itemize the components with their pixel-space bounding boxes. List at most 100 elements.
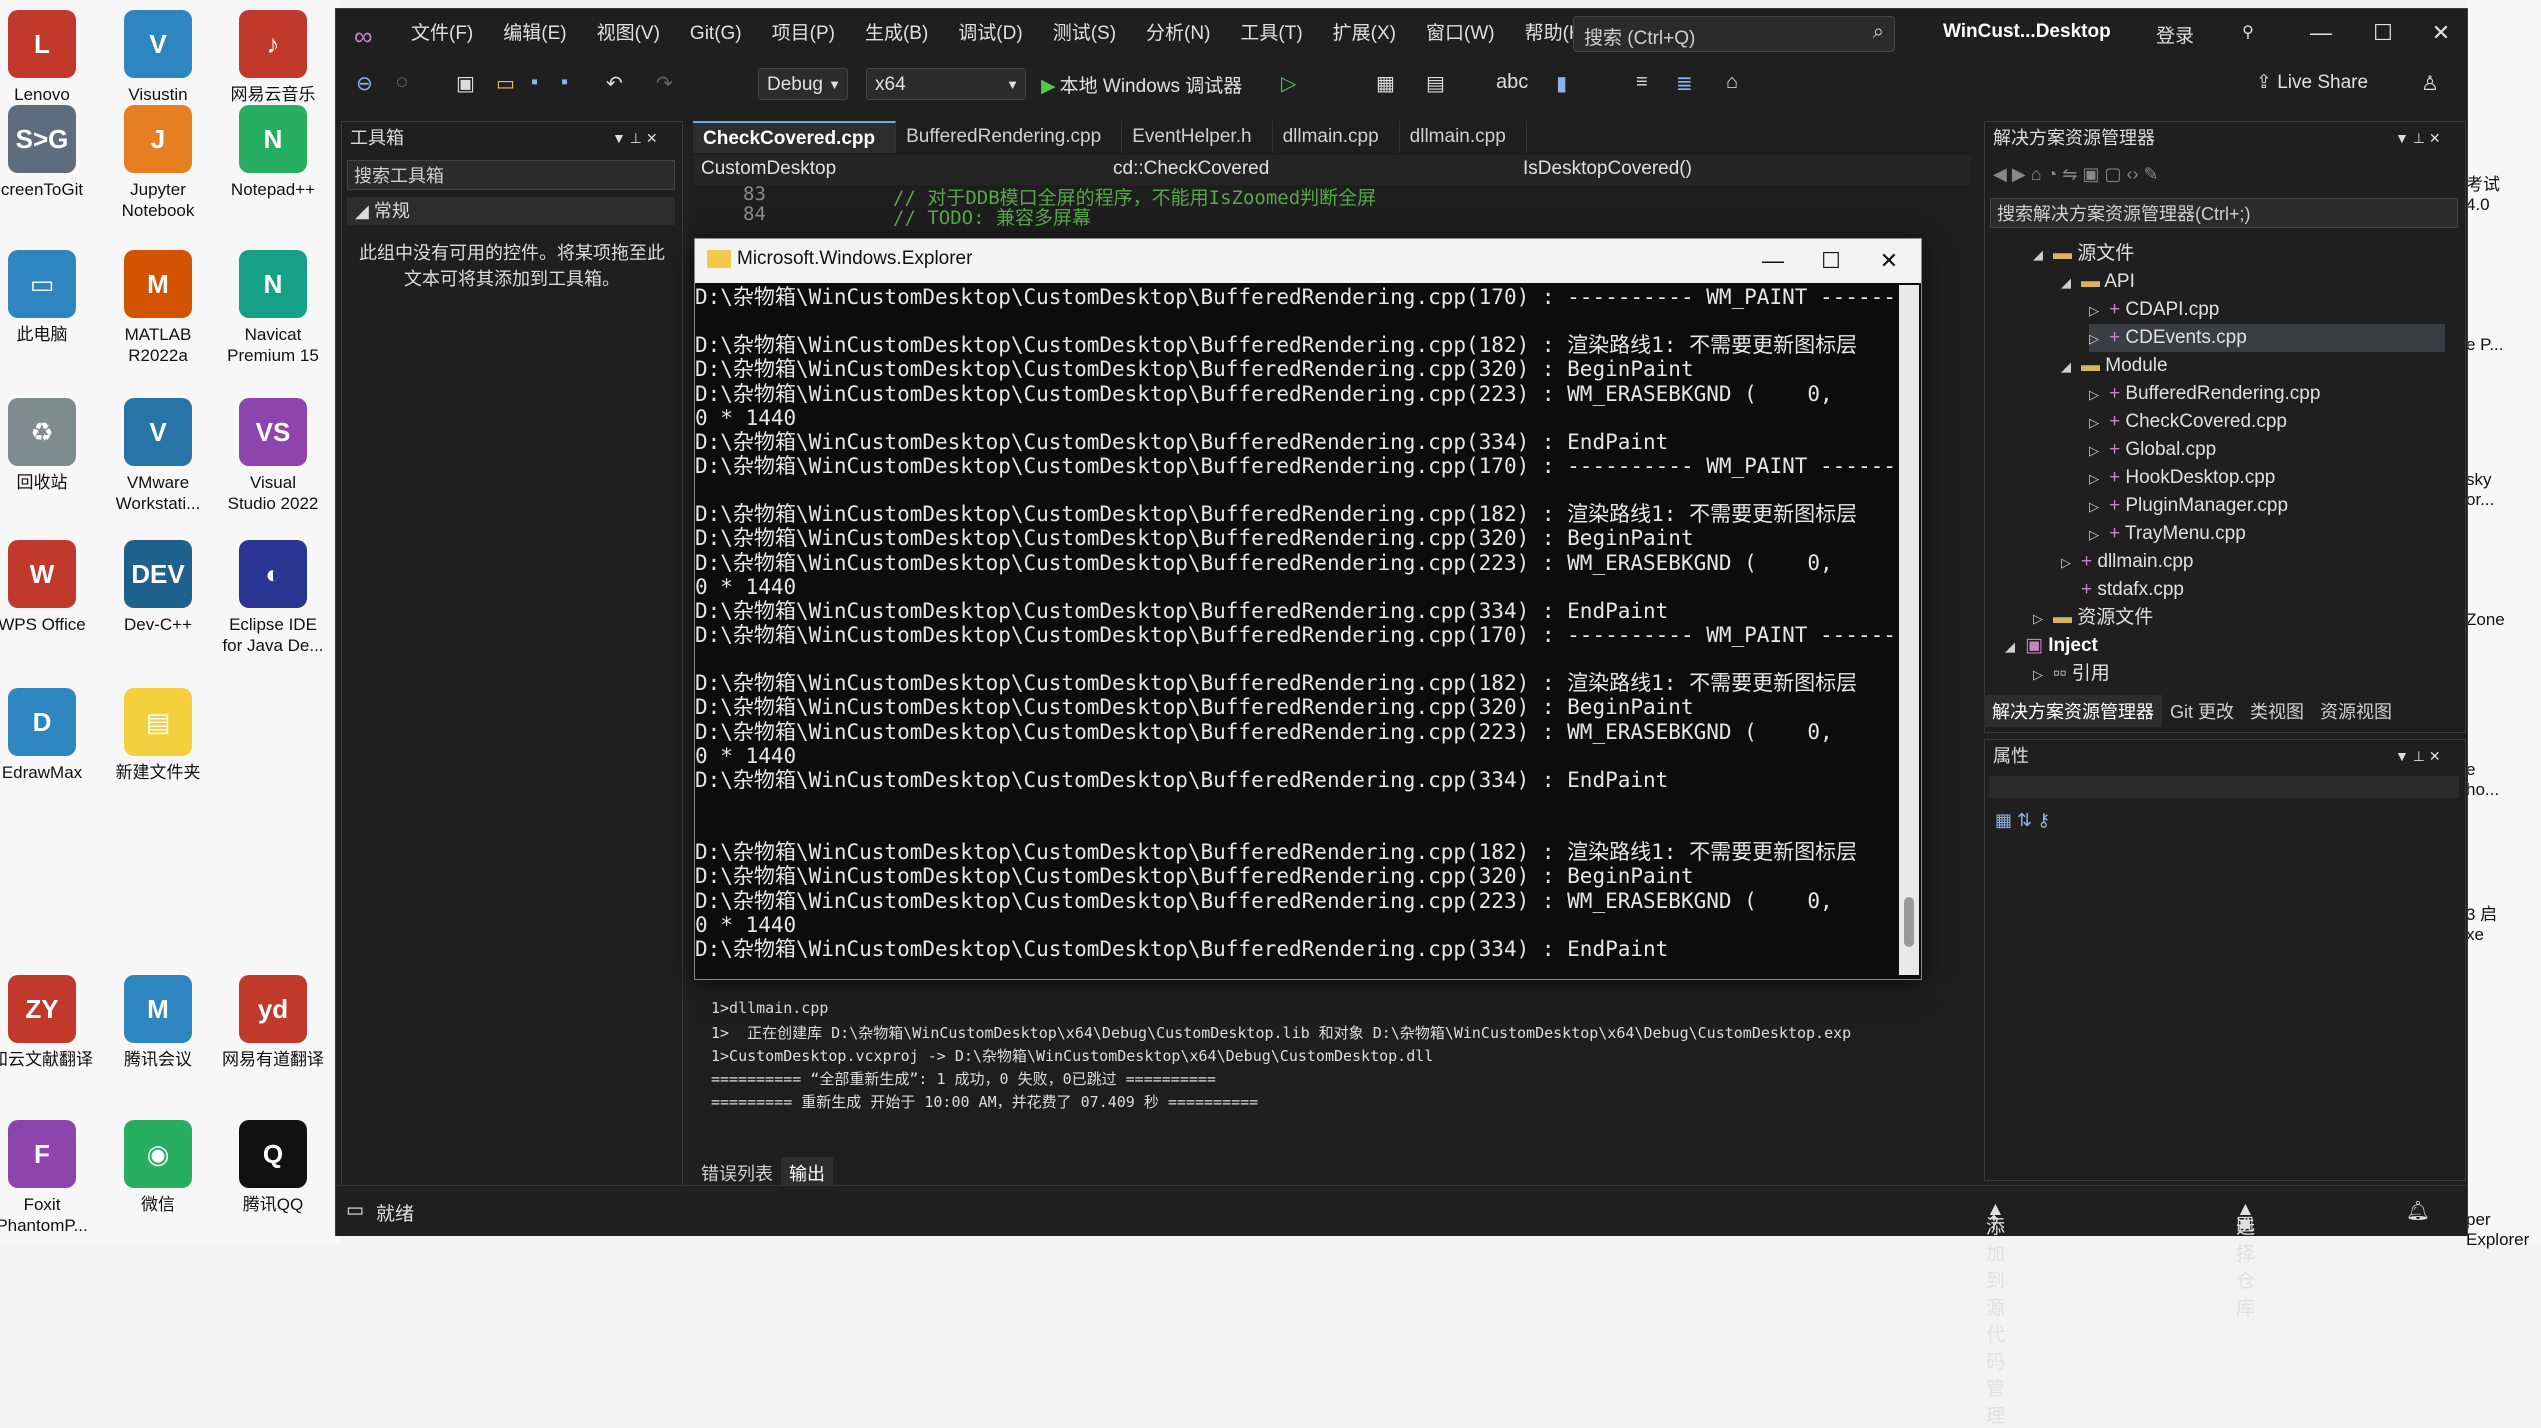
menu-item[interactable]: 生成(B)	[850, 21, 943, 47]
search-box[interactable]: 搜索 (Ctrl+Q) ⌕	[1573, 16, 1895, 52]
desktop-icon[interactable]: N Notepad++	[198, 105, 348, 200]
tree-node[interactable]: ▷ + CDAPI.cpp	[2089, 296, 2445, 324]
member-dropdown[interactable]: IsDesktopCovered()	[1523, 158, 1692, 180]
configuration-select[interactable]: Debug ▼	[758, 68, 848, 100]
tree-node[interactable]: ▷ + dllmain.cpp	[2061, 548, 2445, 576]
save-icon[interactable]: ▪	[531, 71, 538, 94]
collapsed-arrow-icon[interactable]: ▷	[2089, 409, 2109, 437]
document-tab[interactable]: dllmain.cpp	[1273, 121, 1400, 153]
pane-options-icon[interactable]: ▼ ⊥ ✕	[612, 122, 658, 154]
console-output[interactable]: D:\杂物箱\WinCustomDesktop\CustomDesktop\Bu…	[695, 285, 1895, 975]
desktop-icon-label[interactable]: Zone	[2466, 610, 2505, 630]
desktop-icon[interactable]: Q 腾讯QQ	[198, 1120, 348, 1215]
collapsed-arrow-icon[interactable]: ▷	[2089, 437, 2109, 465]
solution-explorer-tab[interactable]: 解决方案资源管理器	[1984, 695, 2162, 727]
indent-icon[interactable]: ≡	[1636, 71, 1648, 94]
tree-node[interactable]: ▷ ▫▫ 引用	[2033, 660, 2445, 688]
expanded-arrow-icon[interactable]: ◢	[2061, 353, 2081, 381]
toolbox-group[interactable]: ◢ 常规	[347, 197, 675, 225]
tree-node[interactable]: ◢ ▬ Module	[2061, 352, 2445, 380]
menu-item[interactable]: Git(G)	[675, 21, 757, 47]
expanded-arrow-icon[interactable]: ◢	[2005, 633, 2025, 661]
document-tab[interactable]: CheckCovered.cpp	[693, 121, 897, 153]
pane-options-icon[interactable]: ▼ ⊥ ✕	[2395, 740, 2441, 772]
tree-node[interactable]: ◢ ▬ 源文件	[2033, 240, 2445, 268]
menu-item[interactable]: 工具(T)	[1225, 21, 1317, 47]
desktop-icon-label[interactable]: e ho...	[2466, 760, 2499, 800]
select-repo-button[interactable]: ▣ 选择仓库 ▲	[2236, 1199, 2255, 1319]
console-scrollbar[interactable]	[1899, 285, 1919, 975]
desktop-icon[interactable]: ♪ 网易云音乐	[198, 10, 348, 105]
login-button[interactable]: 登录	[2156, 21, 2194, 48]
undo-icon[interactable]: ↶	[606, 71, 623, 96]
forward-icon[interactable]: ◌	[396, 71, 408, 94]
layout-icon[interactable]: ▤	[1426, 71, 1445, 96]
collapsed-arrow-icon[interactable]: ▷	[2061, 549, 2081, 577]
start-without-debugging-icon[interactable]: ▷	[1281, 71, 1296, 96]
collapsed-arrow-icon[interactable]: ▷	[2033, 661, 2053, 689]
toolbox-search-input[interactable]: 搜索工具箱	[347, 160, 675, 190]
expanded-arrow-icon[interactable]: ◢	[2061, 269, 2081, 297]
tree-node[interactable]: ◢ ▬ API	[2061, 268, 2445, 296]
menu-item[interactable]: 调试(D)	[943, 21, 1037, 47]
menu-item[interactable]: 分析(N)	[1131, 21, 1225, 47]
desktop-icon-label[interactable]: 考试	[2466, 170, 2500, 195]
desktop-icon[interactable]: N Navicat Premium 15	[198, 250, 348, 366]
collapsed-arrow-icon[interactable]: ▷	[2089, 381, 2109, 409]
tree-node[interactable]: ▷ + PluginManager.cpp	[2089, 492, 2445, 520]
desktop-icon[interactable]: ▤ 新建文件夹	[83, 688, 233, 783]
live-share-button[interactable]: ⇪ Live Share	[2256, 71, 2368, 94]
desktop-icon[interactable]: VS Visual Studio 2022	[198, 398, 348, 514]
solution-explorer-tab[interactable]: 类视图	[2242, 695, 2312, 727]
collapsed-arrow-icon[interactable]: ▷	[2089, 325, 2109, 353]
tree-node[interactable]: ▷ + Global.cpp	[2089, 436, 2445, 464]
menu-item[interactable]: 文件(F)	[396, 21, 488, 47]
scrollbar-thumb[interactable]	[1904, 897, 1914, 947]
desktop-icon-label[interactable]: 4.0	[2466, 195, 2490, 215]
minimize-button[interactable]: —	[2296, 15, 2346, 51]
back-icon[interactable]: ⊖	[356, 71, 373, 96]
desktop-icon[interactable]: yd 网易有道翻译	[198, 975, 348, 1070]
properties-toolbar[interactable]: ▦ ⇅ ⚷	[1995, 804, 2050, 836]
tree-node[interactable]: ▷ ▬ 资源文件	[2033, 604, 2445, 632]
bookmark-icon[interactable]: ⌂	[1726, 71, 1738, 94]
tree-node[interactable]: ▷ + CDEvents.cpp	[2089, 324, 2445, 352]
expanded-arrow-icon[interactable]: ◢	[2033, 241, 2053, 269]
document-tab[interactable]: EventHelper.h	[1122, 121, 1273, 153]
collapsed-arrow-icon[interactable]: ▷	[2033, 605, 2053, 633]
collapsed-arrow-icon[interactable]: ▷	[2089, 521, 2109, 549]
console-minimize-button[interactable]: —	[1745, 245, 1801, 277]
pane-options-icon[interactable]: ▼ ⊥ ✕	[2395, 122, 2441, 154]
solution-toolbar[interactable]: ◀ ▶ ⌂ ◔ ⇋ ▣ ▢ ‹› ✎	[1993, 158, 2159, 190]
collapsed-arrow-icon[interactable]: ▷	[2089, 297, 2109, 325]
project-dropdown[interactable]: CustomDesktop	[701, 158, 836, 180]
comment-icon[interactable]: ▮	[1556, 71, 1567, 96]
code-lines[interactable]: 83// 对于DDB模口全屏的程序，不能用IsZoomed判断全屏 84// TO…	[693, 183, 1971, 229]
maximize-button[interactable]: ☐	[2358, 15, 2408, 51]
close-button[interactable]: ✕	[2416, 15, 2466, 51]
desktop-icon-label[interactable]: 3 启 xe	[2466, 900, 2497, 945]
menu-item[interactable]: 扩展(X)	[1318, 21, 1411, 47]
open-folder-icon[interactable]: ▭	[496, 71, 515, 96]
console-maximize-button[interactable]: ☐	[1803, 245, 1859, 277]
account-icon[interactable]: ⚲	[2223, 15, 2273, 51]
redo-icon[interactable]: ↷	[656, 71, 673, 96]
document-tab[interactable]: dllmain.cpp	[1400, 121, 1527, 153]
menu-item[interactable]: 视图(V)	[582, 21, 675, 47]
spell-check-icon[interactable]: abc	[1496, 71, 1528, 94]
menu-item[interactable]: 窗口(W)	[1411, 21, 1510, 47]
add-source-control-button[interactable]: ⇡ 添加到源代码管理 ▲	[1986, 1199, 2005, 1427]
output-pane[interactable]: 1>dllmain.cpp 1> 正在创建库 D:\杂物箱\WinCustomDe…	[693, 997, 1971, 1157]
feedback-icon[interactable]: ♙	[2421, 71, 2439, 96]
desktop-icon-label[interactable]: e P...	[2466, 335, 2504, 355]
desktop-icon-label[interactable]: per Explorer	[2466, 1210, 2529, 1250]
new-project-icon[interactable]: ▣	[456, 71, 475, 96]
solution-search-input[interactable]: 搜索解决方案资源管理器(Ctrl+;)	[1990, 198, 2458, 228]
desktop-icon-label[interactable]: sky or...	[2466, 470, 2494, 510]
document-tab[interactable]: BufferedRendering.cpp	[896, 121, 1123, 153]
solution-explorer-tab[interactable]: 资源视图	[2312, 695, 2400, 727]
menu-item[interactable]: 项目(P)	[757, 21, 850, 47]
collapsed-arrow-icon[interactable]: ▷	[2089, 493, 2109, 521]
tree-node[interactable]: ◢ ▣ Inject	[2005, 632, 2445, 660]
collapsed-arrow-icon[interactable]: ▷	[2089, 465, 2109, 493]
